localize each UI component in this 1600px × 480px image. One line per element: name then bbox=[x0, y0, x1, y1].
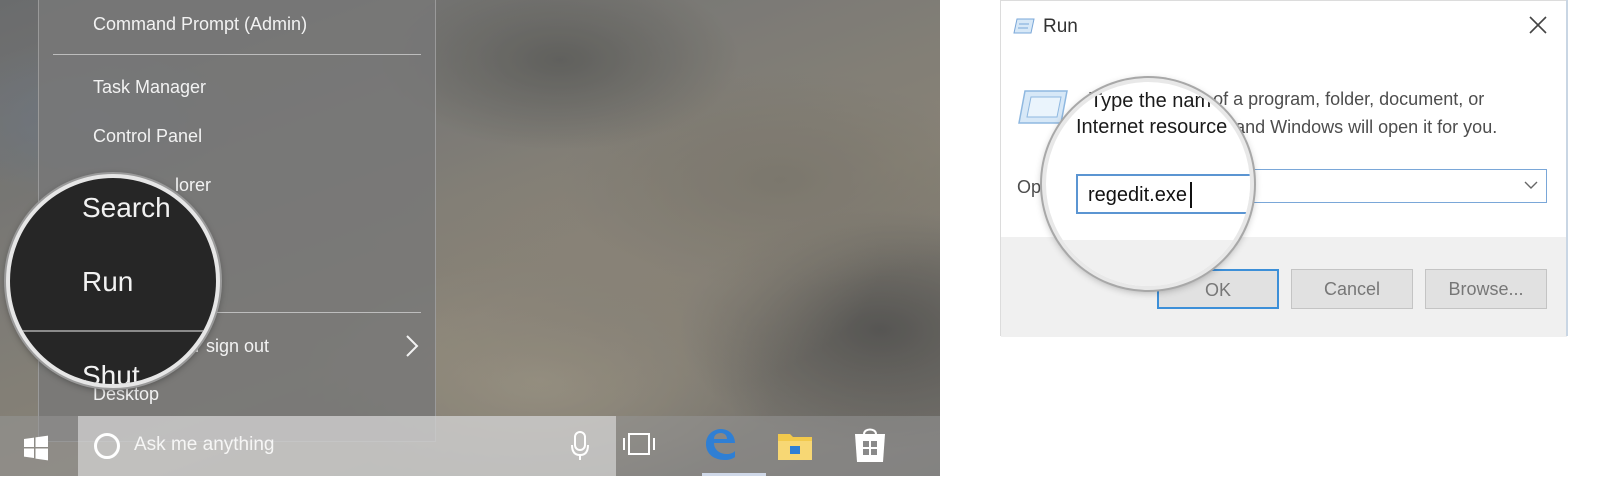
menu-item-search[interactable]: Search bbox=[82, 192, 171, 224]
menu-item-task-manager[interactable]: Task Manager bbox=[93, 77, 206, 98]
taskbar: Ask me anything bbox=[0, 416, 940, 476]
magnifier-lens-left: Search Run Shut bbox=[6, 174, 220, 388]
menu-item-command-prompt-admin[interactable]: Command Prompt (Admin) bbox=[93, 14, 307, 35]
menu-item-control-panel[interactable]: Control Panel bbox=[93, 126, 202, 147]
text-caret bbox=[1190, 182, 1192, 208]
search-placeholder: Ask me anything bbox=[134, 434, 275, 455]
cortana-search-box[interactable]: Ask me anything bbox=[78, 416, 616, 476]
edge-icon[interactable] bbox=[702, 426, 738, 462]
cortana-icon bbox=[94, 433, 120, 459]
task-view-icon[interactable] bbox=[622, 430, 656, 460]
windows-start-icon[interactable] bbox=[22, 434, 50, 462]
microphone-icon[interactable] bbox=[570, 430, 590, 462]
dialog-titlebar: Run bbox=[1001, 1, 1567, 51]
dialog-title: Run bbox=[1043, 16, 1078, 37]
store-icon[interactable] bbox=[852, 424, 888, 464]
menu-item-run[interactable]: Run bbox=[82, 266, 133, 298]
close-icon[interactable] bbox=[1527, 14, 1549, 36]
file-explorer-icon[interactable] bbox=[776, 428, 814, 462]
magnified-footer bbox=[1046, 240, 1250, 286]
menu-separator bbox=[53, 54, 421, 55]
magnified-description-line2: Internet resource bbox=[1076, 116, 1228, 138]
chevron-down-icon[interactable] bbox=[1524, 180, 1538, 190]
open-input-magnified[interactable]: regedit.exe bbox=[1076, 174, 1250, 214]
cancel-button[interactable]: Cancel bbox=[1291, 269, 1413, 309]
run-program-icon bbox=[1018, 90, 1068, 124]
open-input-value: regedit.exe bbox=[1088, 184, 1187, 206]
browse-button[interactable]: Browse... bbox=[1425, 269, 1547, 309]
desktop-panel: Command Prompt (Admin) Task Manager Cont… bbox=[0, 0, 940, 476]
menu-item-file-explorer[interactable]: lorer bbox=[175, 175, 211, 196]
magnifier-lens-right: Type the nam Internet resource regedit.e… bbox=[1042, 78, 1254, 290]
open-label: Op bbox=[1017, 177, 1042, 197]
run-app-icon bbox=[1013, 18, 1035, 34]
magnified-description-line1: Type the nam bbox=[1090, 90, 1212, 112]
active-app-indicator bbox=[702, 473, 766, 476]
chevron-right-icon bbox=[406, 335, 419, 357]
menu-separator bbox=[10, 330, 216, 332]
menu-item-shut-down[interactable]: Shut bbox=[82, 360, 140, 384]
window-edge bbox=[1566, 0, 1568, 336]
